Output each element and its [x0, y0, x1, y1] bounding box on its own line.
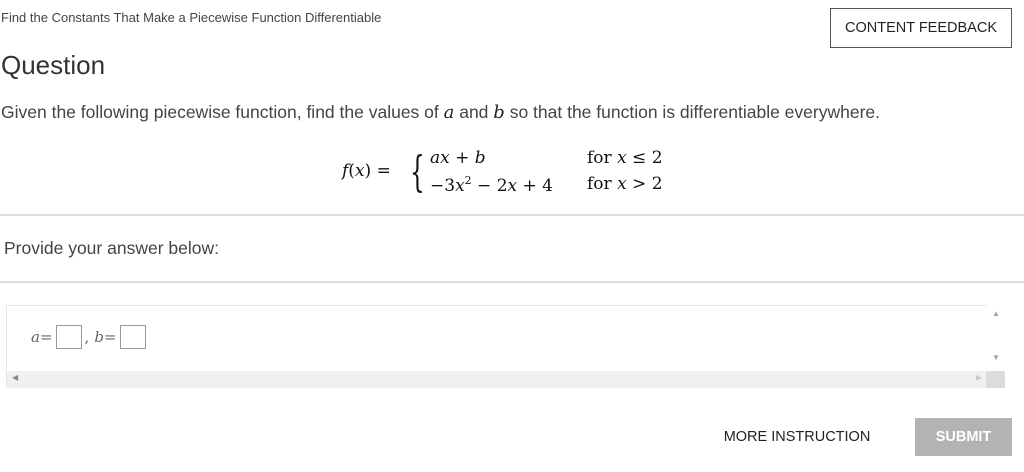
case1-for: for	[587, 148, 618, 168]
case2-expression: −3x2 − 2x + 4	[430, 174, 553, 196]
case2-mid: − 2	[471, 176, 508, 196]
case2-const: + 4	[517, 176, 553, 196]
section-divider	[0, 281, 1024, 283]
answer-row: a = , b =	[31, 325, 149, 349]
case1-cond-rel: ≤ 2	[626, 148, 663, 168]
case2-condition: for x > 2	[587, 174, 663, 194]
scroll-up-icon[interactable]: ▲	[992, 309, 1000, 318]
case2-cond-rel: > 2	[626, 174, 663, 194]
case1-expression: ax + b	[430, 148, 486, 168]
equation-lhs: f(x) =	[342, 161, 391, 181]
case1-term-b: + b	[449, 148, 486, 168]
prompt-text-start: Given the following piecewise function, …	[1, 102, 444, 122]
case2-cond-var: x	[617, 174, 627, 194]
function-arg: x	[354, 161, 365, 181]
case2-exponent: 2	[464, 174, 472, 187]
case1-term-ax: ax	[430, 148, 450, 168]
content-feedback-button[interactable]: CONTENT FEEDBACK	[830, 8, 1012, 48]
case2-coef: −3	[430, 176, 456, 196]
case1-condition: for x ≤ 2	[587, 148, 663, 168]
answer-var-b: b	[94, 328, 104, 346]
vertical-scrollbar[interactable]: ▲ ▼	[986, 305, 1005, 371]
case1-cond-var: x	[617, 148, 627, 168]
submit-button[interactable]: SUBMIT	[915, 418, 1012, 456]
case2-var: x	[455, 176, 465, 196]
variable-b: b	[493, 102, 505, 123]
more-instruction-button[interactable]: MORE INSTRUCTION	[718, 418, 876, 456]
question-prompt: Given the following piecewise function, …	[1, 102, 880, 123]
horizontal-scrollbar[interactable]: ◀ ▶	[7, 371, 986, 388]
answer-eq-a: =	[39, 328, 53, 346]
answer-label: Provide your answer below:	[4, 238, 219, 258]
scroll-left-icon[interactable]: ◀	[12, 373, 18, 382]
breadcrumb: Find the Constants That Make a Piecewise…	[1, 10, 382, 25]
prompt-text-end: so that the function is differentiable e…	[504, 102, 881, 122]
scrollbar-corner	[986, 371, 1005, 388]
variable-a: a	[443, 102, 455, 123]
scroll-right-icon[interactable]: ▶	[976, 373, 982, 382]
scroll-down-icon[interactable]: ▼	[992, 353, 1000, 362]
answer-a-input[interactable]	[55, 325, 82, 349]
prompt-text-and: and	[454, 102, 494, 122]
case2-for: for	[587, 174, 618, 194]
equals-sign: =	[371, 161, 391, 181]
left-brace: {	[410, 147, 425, 196]
answer-eq-b: =	[103, 328, 117, 346]
page-title: Question	[1, 50, 106, 80]
answer-var-a: a	[31, 328, 40, 346]
case2-var2: x	[507, 176, 518, 196]
answer-separator: ,	[84, 328, 90, 346]
paren-open: (	[348, 161, 355, 181]
section-divider	[0, 214, 1024, 216]
answer-b-input[interactable]	[119, 325, 146, 349]
